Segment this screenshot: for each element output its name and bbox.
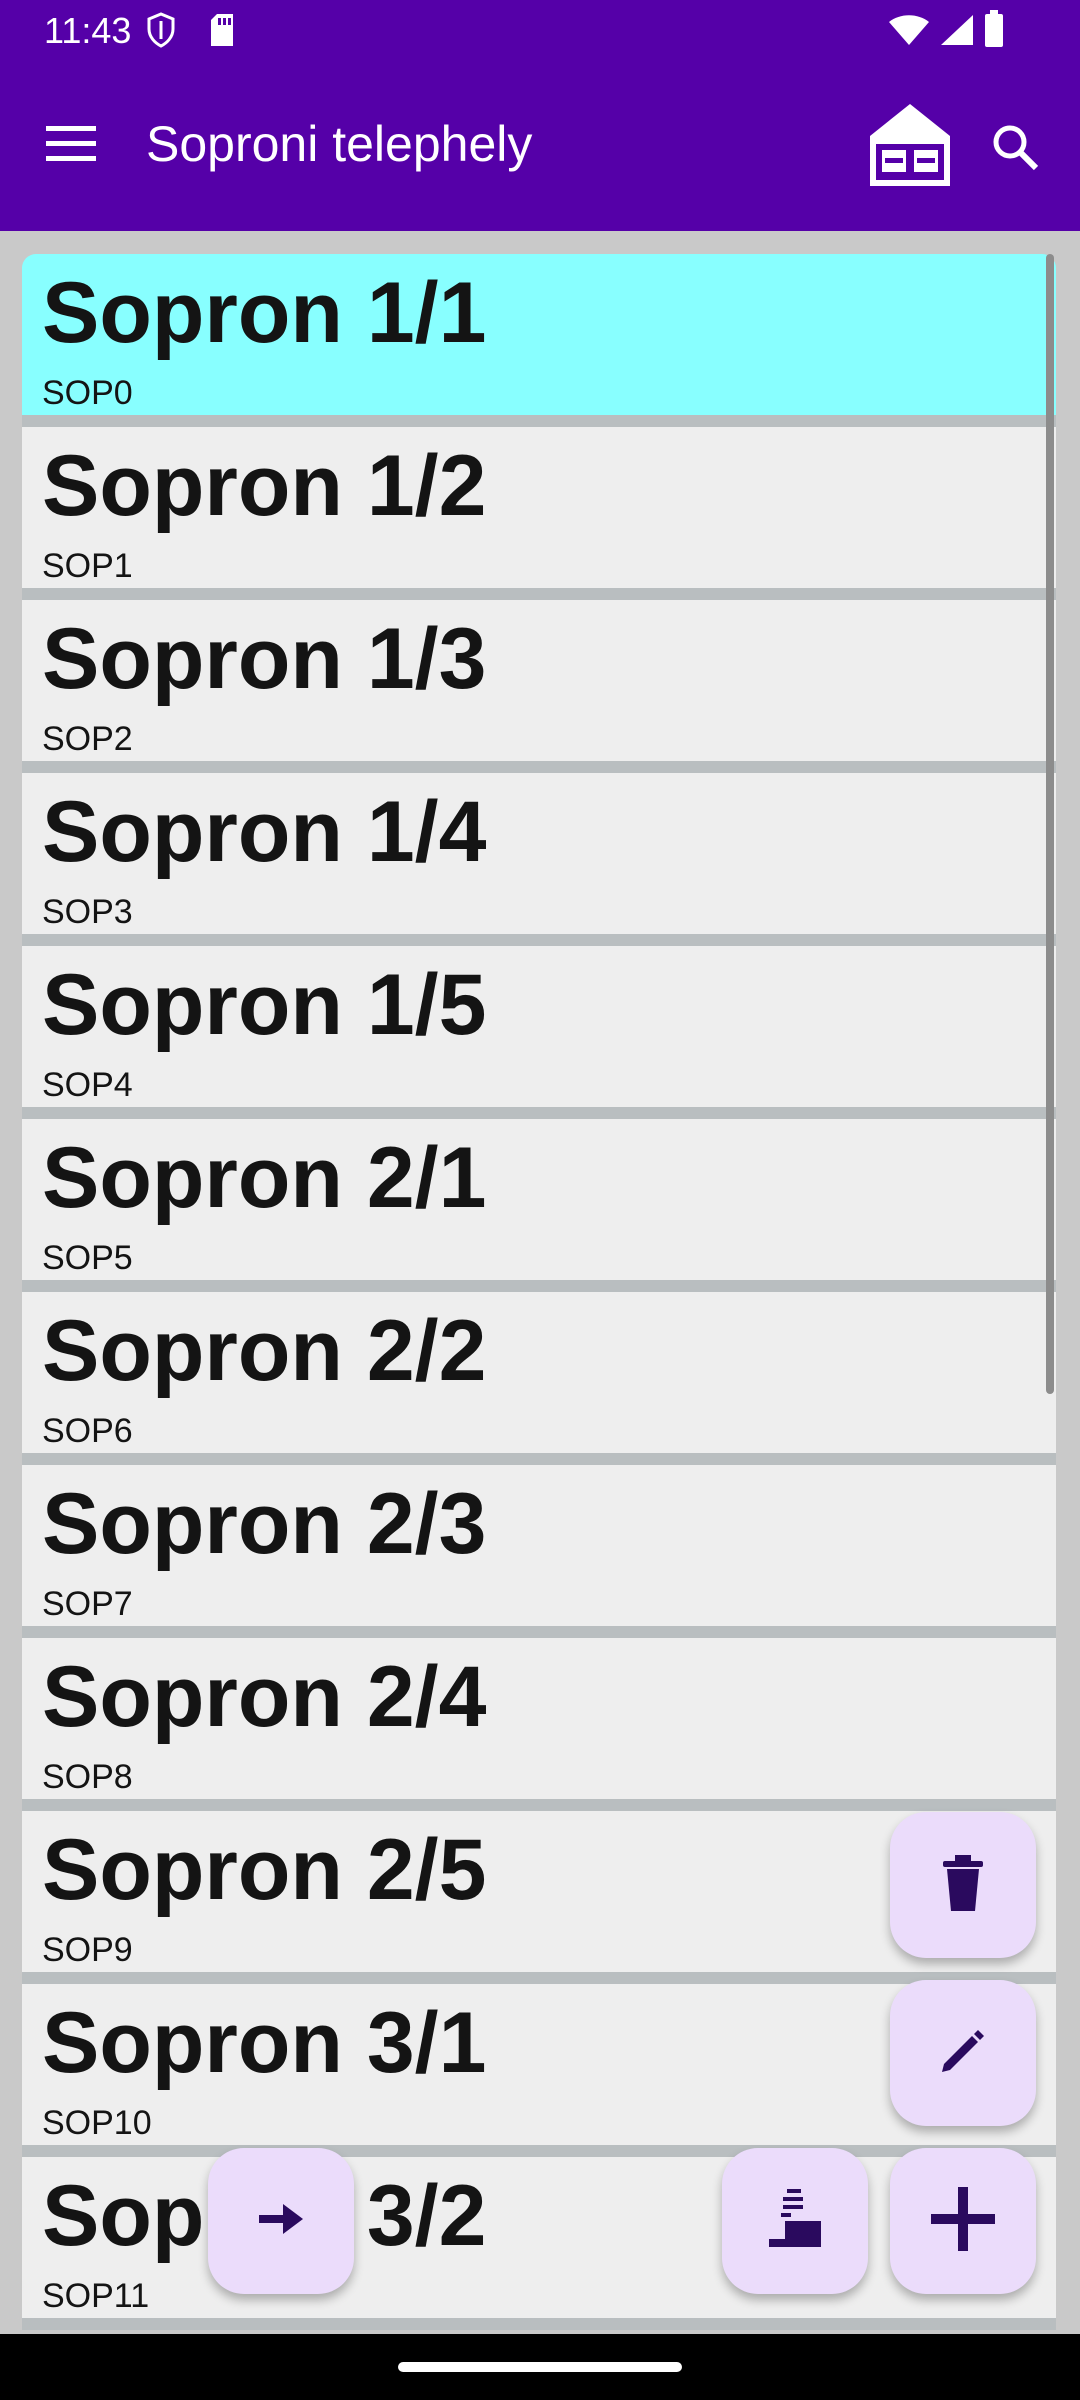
arrow-right-icon [259, 2203, 303, 2239]
list-item[interactable]: Sopron 2/1 SOP5 [22, 1119, 1056, 1292]
system-nav-bar [0, 2334, 1080, 2400]
item-code: SOP1 [42, 547, 133, 585]
item-code: SOP4 [42, 1066, 133, 1104]
list-item[interactable]: Sopron 1/1 SOP0 [22, 254, 1056, 427]
item-code: SOP11 [42, 2277, 150, 2315]
forward-button[interactable] [208, 2148, 354, 2294]
warehouse-icon[interactable] [868, 102, 952, 193]
item-name: Sopron 1/3 [42, 611, 487, 707]
sd-card-icon [208, 12, 236, 53]
search-icon[interactable] [990, 122, 1040, 177]
item-name: Sopron 1/4 [42, 784, 487, 880]
shield-icon [146, 12, 176, 53]
edit-button[interactable] [890, 1980, 1036, 2126]
app-bar: Soproni telephely [0, 60, 1080, 231]
add-button[interactable] [890, 2148, 1036, 2294]
item-code: SOP9 [42, 1931, 133, 1969]
home-gesture-handle[interactable] [398, 2362, 682, 2372]
item-name: Sopron 1/5 [42, 957, 487, 1053]
stack-boxes-icon [767, 2188, 823, 2254]
item-code: SOP0 [42, 374, 133, 412]
list-item[interactable]: Sopron 2/2 SOP6 [22, 1292, 1056, 1465]
item-name: Sopron 1/2 [42, 438, 487, 534]
plus-icon [931, 2186, 995, 2256]
delete-button[interactable] [890, 1812, 1036, 1958]
list-item[interactable]: Sopron 1/4 SOP3 [22, 773, 1056, 946]
item-name: Sopron 2/3 [42, 1476, 487, 1572]
status-bar: 11:43 [0, 0, 1080, 60]
cell-signal-icon [940, 14, 974, 51]
item-code: SOP5 [42, 1239, 133, 1277]
stack-button[interactable] [722, 2148, 868, 2294]
item-code: SOP6 [42, 1412, 133, 1450]
item-code: SOP3 [42, 893, 133, 931]
item-code: SOP10 [42, 2104, 152, 2142]
pencil-icon [938, 2026, 988, 2081]
list-item[interactable]: Sopron 1/3 SOP2 [22, 600, 1056, 773]
item-code: SOP8 [42, 1758, 133, 1796]
item-name: Sopron 2/1 [42, 1130, 487, 1226]
trash-icon [941, 1854, 985, 1916]
item-name: Sopron 1/1 [42, 265, 487, 361]
item-name: Sopron 2/2 [42, 1303, 487, 1399]
status-time: 11:43 [44, 10, 132, 51]
item-name: Sopron 2/4 [42, 1649, 487, 1745]
list-item[interactable]: Sopron 1/2 SOP1 [22, 427, 1056, 600]
item-code: SOP2 [42, 720, 133, 758]
list-item[interactable]: Sopron 2/3 SOP7 [22, 1465, 1056, 1638]
item-name: Sopron 3/1 [42, 1995, 487, 2091]
battery-icon [984, 10, 1004, 53]
scrollbar[interactable] [1046, 254, 1054, 1394]
list-item[interactable]: Sopron 2/4 SOP8 [22, 1638, 1056, 1811]
list-item[interactable]: Sopron 1/5 SOP4 [22, 946, 1056, 1119]
wifi-icon [888, 14, 930, 51]
hamburger-menu-icon[interactable] [44, 124, 98, 169]
item-name: Sopron 2/5 [42, 1822, 487, 1918]
page-title: Soproni telephely [146, 116, 533, 172]
item-code: SOP7 [42, 1585, 133, 1623]
